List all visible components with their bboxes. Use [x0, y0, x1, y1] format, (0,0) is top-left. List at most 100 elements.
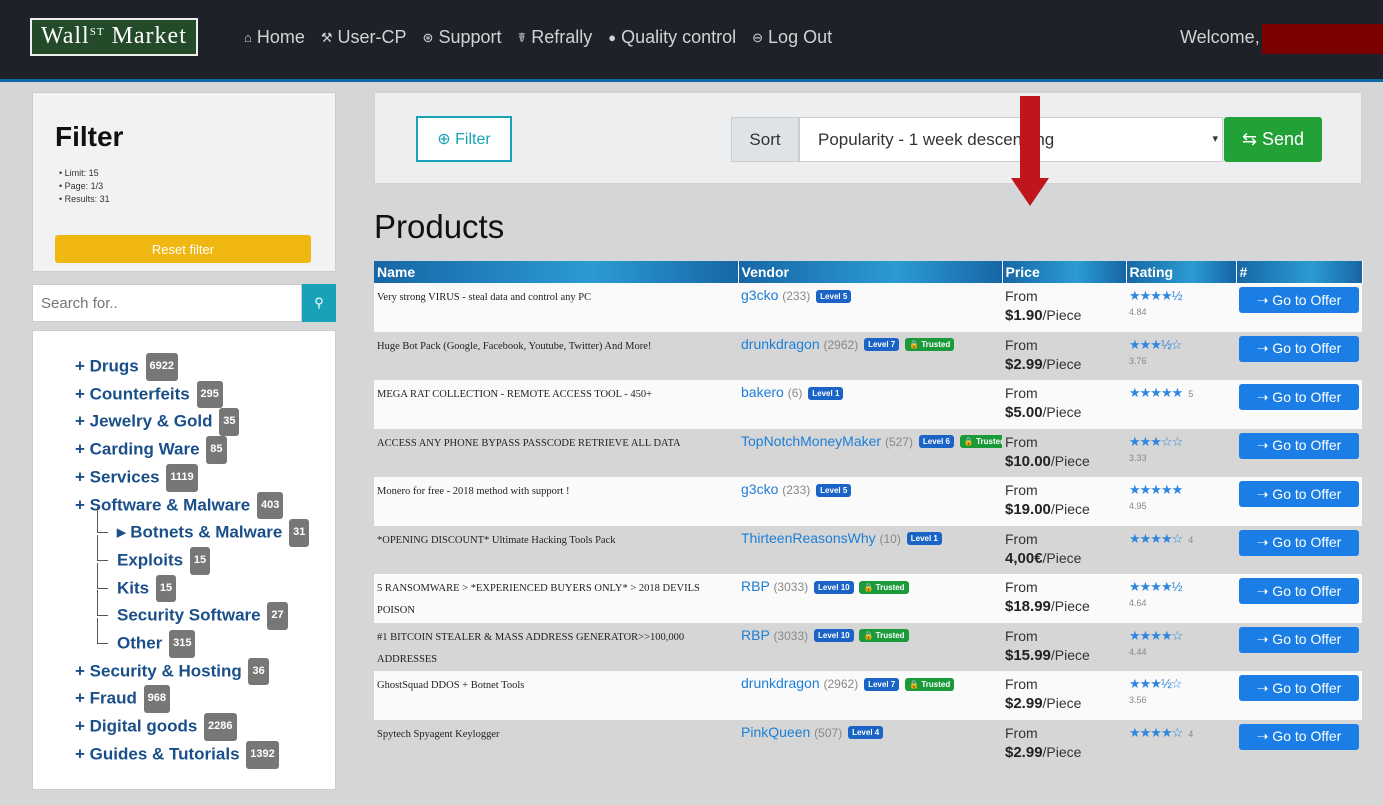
sort-group: Sort Popularity - 1 week descending ▾ [731, 117, 1223, 162]
vendor-link[interactable]: RBP [741, 627, 770, 643]
search-input[interactable] [32, 284, 302, 322]
table-row: 5 RANSOMWARE > *EXPERIENCED BUYERS ONLY*… [374, 574, 1362, 623]
category-label: + Counterfeits [75, 384, 190, 404]
vendor-link[interactable]: g3cko [741, 481, 778, 497]
go-to-offer-button[interactable]: ➝ Go to Offer [1239, 335, 1359, 362]
nav-item-home[interactable]: ⌂ Home [244, 27, 305, 48]
product-name[interactable]: Very strong VIRUS - steal data and contr… [374, 283, 738, 332]
rating-value: 5 [1188, 389, 1194, 399]
nav-item-support[interactable]: ⊛ Support [423, 27, 502, 48]
price-from: From [1005, 627, 1038, 644]
category-count-badge: 31 [289, 519, 310, 547]
category-count-badge: 85 [206, 436, 227, 464]
price-unit: /Piece [1042, 743, 1082, 760]
vendor-link[interactable]: bakero [741, 384, 784, 400]
category-count-badge: 315 [169, 630, 196, 658]
price-cell: From $5.00/Piece [1002, 380, 1126, 429]
search-button[interactable]: ⚲ [302, 284, 336, 322]
vendor-link[interactable]: RBP [741, 578, 770, 594]
table-header-row: Name Vendor Price Rating # [374, 261, 1363, 283]
action-cell: ➝ Go to Offer [1236, 720, 1362, 769]
trusted-label: Trusted [875, 582, 905, 592]
go-to-offer-button[interactable]: ➝ Go to Offer [1239, 481, 1359, 507]
select-caret-icon: ▾ [1212, 133, 1218, 145]
nav-item-user-cp[interactable]: ⚒ User-CP [321, 27, 407, 48]
filter-toggle-button[interactable]: ⊕ Filter [416, 116, 512, 162]
category-count-badge: 403 [257, 491, 284, 520]
filter-panel: Filter Limit: 15 Page: 1/3 Results: 31 R… [32, 92, 336, 272]
product-name[interactable]: Spytech Spyagent Keylogger [374, 720, 738, 769]
go-to-offer-button[interactable]: ➝ Go to Offer [1239, 578, 1359, 604]
col-header-price[interactable]: Price [1002, 261, 1127, 283]
nav-item-quality-control[interactable]: ● Quality control [608, 27, 736, 48]
price-value: 4,00€ [1005, 549, 1043, 567]
nav-label: Support [438, 27, 502, 47]
site-logo[interactable]: WallST Market [30, 18, 198, 56]
rating-cell: ★★★★☆ 4 [1126, 720, 1236, 769]
category-item[interactable]: + Counterfeits 295 [75, 380, 309, 409]
go-to-offer-button[interactable]: ➝ Go to Offer [1239, 287, 1359, 313]
category-item[interactable]: + Fraud 968 [75, 685, 309, 714]
vendor-link[interactable]: PinkQueen [741, 724, 810, 740]
col-header-name[interactable]: Name [374, 261, 739, 283]
nav-icon: ● [608, 30, 617, 45]
col-header-rating[interactable]: Rating [1126, 261, 1237, 283]
category-item[interactable]: Other 315 [75, 618, 309, 658]
category-item[interactable]: + Security & Hosting 36 [75, 657, 309, 686]
category-item[interactable]: Security Software 27 [75, 590, 309, 631]
product-name[interactable]: Huge Bot Pack (Google, Facebook, Youtube… [374, 332, 738, 381]
category-item[interactable]: + Services 1119 [75, 463, 309, 492]
vendor-link[interactable]: TopNotchMoneyMaker [741, 433, 881, 449]
product-name[interactable]: Monero for free - 2018 method with suppo… [374, 477, 738, 526]
rating-stars-icon: ★★★★☆ [1129, 530, 1183, 546]
reset-filter-button[interactable]: Reset filter [55, 235, 311, 263]
category-item[interactable]: Exploits 15 [75, 535, 309, 575]
vendor-link[interactable]: g3cko [741, 287, 778, 303]
go-to-offer-button[interactable]: ➝ Go to Offer [1239, 432, 1359, 459]
table-row: *OPENING DISCOUNT* Ultimate Hacking Tool… [374, 525, 1362, 575]
category-count-badge: 36 [248, 657, 269, 686]
rating-stars-icon: ★★★★½ [1129, 579, 1182, 594]
trusted-badge: 🔒 Trusted [859, 629, 909, 643]
category-item[interactable]: + Software & Malware 403 [75, 491, 309, 520]
category-item[interactable]: Kits 15 [75, 562, 309, 603]
col-header-vendor[interactable]: Vendor [738, 261, 1003, 283]
product-name[interactable]: 5 RANSOMWARE > *EXPERIENCED BUYERS ONLY*… [374, 574, 738, 623]
go-to-offer-button[interactable]: ➝ Go to Offer [1239, 723, 1359, 750]
category-item[interactable]: + Jewelry & Gold 35 [75, 408, 309, 437]
table-row: GhostSquad DDOS + Botnet Tools drunkdrago… [374, 671, 1362, 720]
search-box: ⚲ [32, 284, 336, 322]
category-item[interactable]: + Drugs 6922 [75, 353, 309, 381]
main-nav: ⌂ Home ⚒ User-CP ⊛ Support ☤ Refrally ● Quality c… [244, 27, 832, 48]
category-label: + Guides & Tutorials [75, 744, 240, 764]
table-row: Monero for free - 2018 method with suppo… [374, 477, 1362, 526]
go-to-offer-button[interactable]: ➝ Go to Offer [1239, 626, 1359, 653]
go-to-offer-button[interactable]: ➝ Go to Offer [1239, 675, 1359, 701]
send-button[interactable]: ⇆ Send [1224, 117, 1322, 162]
vendor-link[interactable]: drunkdragon [741, 336, 820, 352]
go-to-offer-button[interactable]: ➝ Go to Offer [1239, 529, 1359, 556]
price-from: From [1005, 433, 1038, 450]
rating-value: 4.44 [1129, 646, 1147, 657]
category-item[interactable]: + Carding Ware 85 [75, 436, 309, 464]
rating-cell: ★★★☆☆ 3.33 [1126, 429, 1236, 478]
action-cell: ➝ Go to Offer [1236, 671, 1362, 720]
vendor-link[interactable]: drunkdragon [741, 675, 820, 691]
price-from: From [1005, 676, 1038, 692]
level-badge: Level 1 [808, 386, 844, 400]
product-name[interactable]: GhostSquad DDOS + Botnet Tools [374, 671, 738, 720]
nav-icon: ⊛ [422, 29, 434, 45]
product-name[interactable]: MEGA RAT COLLECTION - REMOTE ACCESS TOOL… [374, 380, 738, 429]
vendor-link[interactable]: ThirteenReasonsWhy [741, 530, 876, 546]
category-item[interactable]: + Guides & Tutorials 1392 [75, 740, 309, 769]
product-name[interactable]: ACCESS ANY PHONE BYPASS PASSCODE RETRIEV… [374, 429, 738, 478]
nav-item-log-out[interactable]: ⊖ Log Out [752, 27, 832, 48]
category-item[interactable]: + Digital goods 2286 [75, 713, 309, 741]
product-name[interactable]: *OPENING DISCOUNT* Ultimate Hacking Tool… [374, 526, 738, 575]
action-cell: ➝ Go to Offer [1236, 623, 1362, 672]
sort-select[interactable]: Popularity - 1 week descending ▾ [799, 117, 1223, 162]
nav-item-refrally[interactable]: ☤ Refrally [518, 27, 593, 48]
product-name[interactable]: #1 BITCOIN STEALER & MASS ADDRESS GENERA… [374, 623, 738, 672]
go-to-offer-button[interactable]: ➝ Go to Offer [1239, 384, 1359, 410]
category-item[interactable]: ▸ Botnets & Malware 31 [75, 507, 310, 547]
